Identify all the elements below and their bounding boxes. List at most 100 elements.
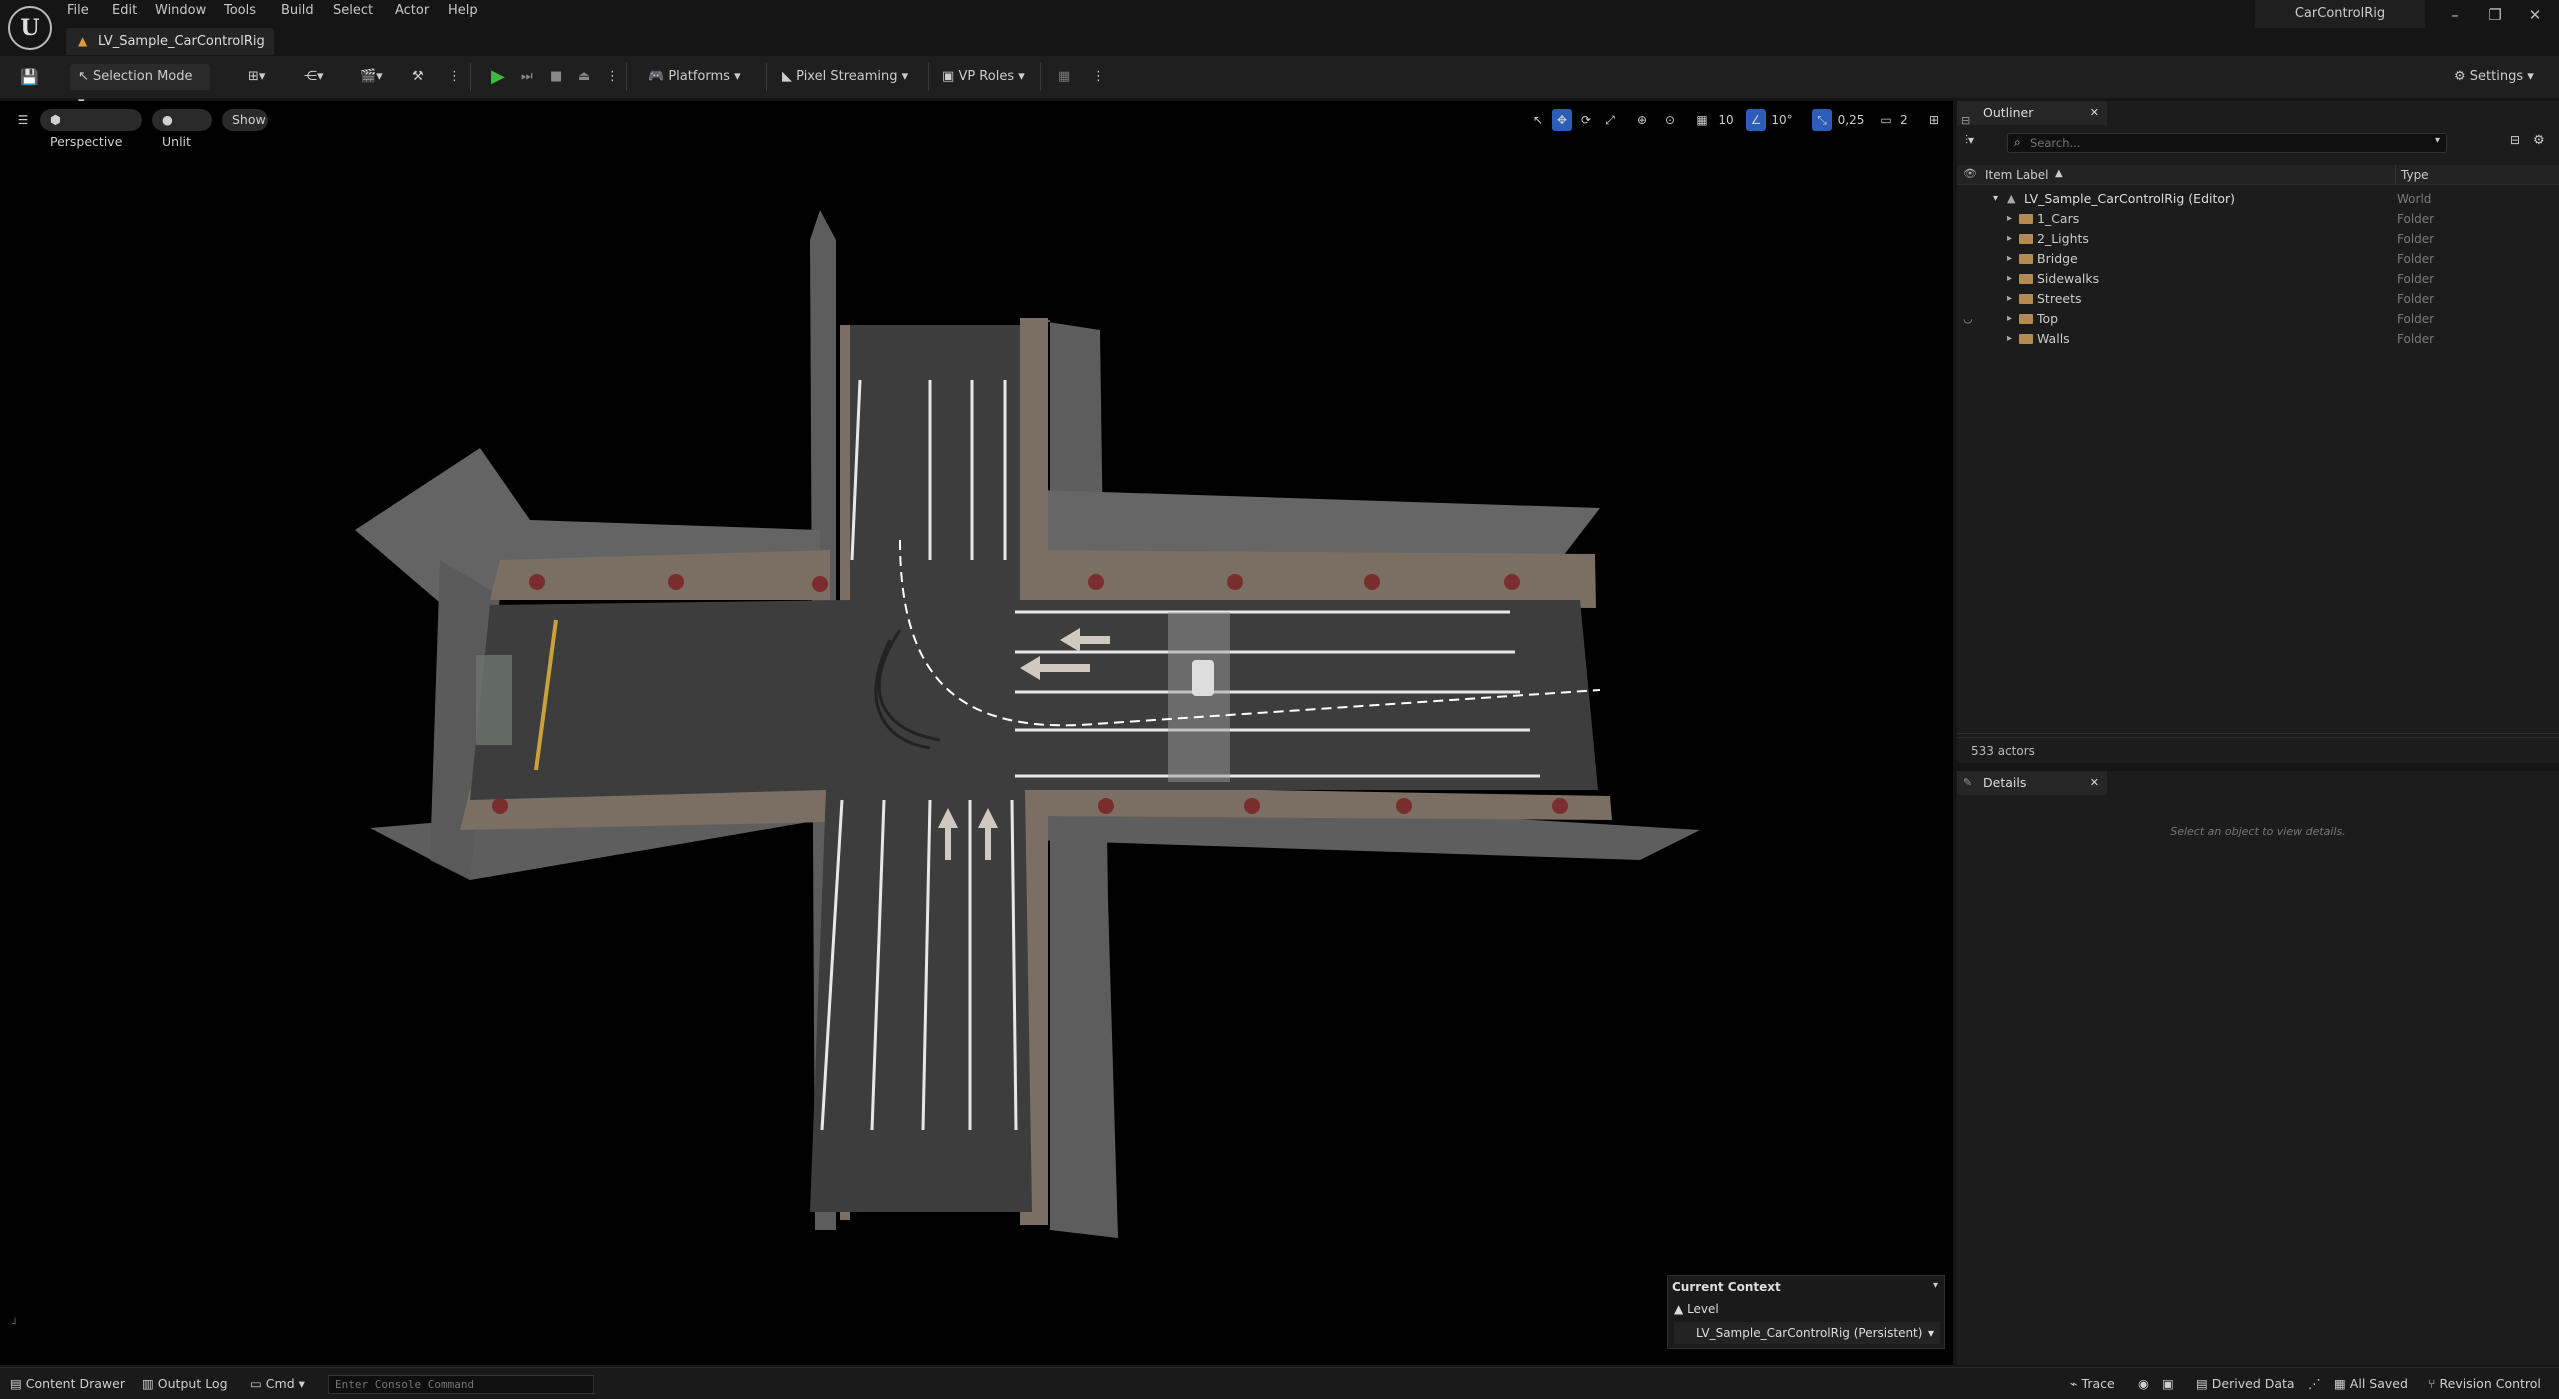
step-icon[interactable]: ⏭ [513,64,541,90]
menu-window[interactable]: Window [155,0,206,22]
cmd-label: Cmd [265,1376,295,1391]
outliner-folder-row[interactable]: ▸ 2_Lights Folder [1957,229,2559,249]
camera-speed-value[interactable]: 2 [1896,109,1912,131]
expand-arrow-icon[interactable]: ▸ [2007,209,2012,229]
hidden-eye-icon[interactable]: ◡ [1963,309,1973,329]
toolbar-overflow-icon[interactable]: ⋮ [1084,64,1113,90]
document-tab[interactable]: ▲ LV_Sample_CarControlRig [66,28,274,55]
context-header: Current Context [1672,1280,1781,1294]
add-folder-icon[interactable]: ⊟ [2510,133,2520,147]
expand-arrow-icon[interactable]: ▸ [2007,289,2012,309]
world-row[interactable]: ▾ ▲ LV_Sample_CarControlRig (Editor) Wor… [1957,189,2559,209]
vp-roles-dropdown[interactable]: ▣ VP Roles ▾ [934,64,1034,90]
platforms-dropdown[interactable]: 🎮 Platforms ▾ [640,64,756,90]
outliner-search-box[interactable]: ⌕ ▾ [2007,133,2447,153]
close-tab-icon[interactable]: ✕ [2090,771,2099,795]
expand-arrow-icon[interactable]: ▸ [2007,249,2012,269]
save-icon[interactable]: 💾 [12,64,47,90]
close-window-icon[interactable]: ✕ [2515,0,2555,30]
add-actor-icon[interactable]: ⊞▾ [240,64,273,90]
context-collapse-icon[interactable]: ▾ [1933,1280,1938,1291]
outliner-search-input[interactable] [2030,135,2410,151]
select-tool-icon[interactable]: ↖ [1528,109,1548,131]
grid-size-value[interactable]: 10 [1714,109,1738,131]
show-button[interactable]: Show [222,109,268,131]
trace-button[interactable]: ⌁ Trace [2070,1373,2132,1395]
expand-arrow-icon[interactable]: ▸ [2007,309,2012,329]
outliner-folder-row[interactable]: ▸ 1_Cars Folder [1957,209,2559,229]
chevron-down-icon: ▾ [901,69,909,84]
expand-arrow-icon[interactable]: ▾ [1993,189,1998,209]
restore-icon[interactable]: ❐ [2475,0,2515,30]
outliner-folder-row[interactable]: ▸ Sidewalks Folder [1957,269,2559,289]
details-tab[interactable]: Details ✕ [1957,771,2107,795]
close-tab-icon[interactable]: ✕ [2090,101,2099,125]
outliner-folder-row[interactable]: ▸ Streets Folder [1957,289,2559,309]
hamburger-menu-icon[interactable]: ☰ [12,109,34,131]
prop-mesh [476,655,512,745]
minimize-icon[interactable]: – [2435,0,2475,30]
lighting-button[interactable]: ● Unlit [152,109,212,149]
viewport-layout-icon[interactable]: ⊞ [1924,109,1944,131]
modes-icon[interactable]: ⚒ [404,64,432,90]
filter-icon[interactable]: ⫶▾ [1965,133,1974,148]
play-icon[interactable]: ▶ [483,64,513,90]
scale-snap-icon[interactable]: ⤡ [1812,109,1832,131]
stop-icon[interactable]: ■ [542,64,570,90]
virtual-camera-icon[interactable]: ▦ [1050,64,1078,90]
folder-icon [2019,294,2033,304]
world-local-icon[interactable]: ⊕ [1632,109,1652,131]
menu-help[interactable]: Help [448,0,478,22]
grid-snap-icon[interactable]: ▦ [1692,109,1712,131]
type-column[interactable]: Type [2401,168,2429,182]
menu-actor[interactable]: Actor [395,0,429,22]
level-viewport[interactable]: ☰ ⬢ Perspective ● Unlit Show ↖ ✥ ⟳ ⤢ ⊕ ⊙… [0,101,1953,1365]
perspective-button[interactable]: ⬢ Perspective [40,109,142,149]
revision-control-button[interactable]: ⑂ Revision Control [2428,1373,2552,1395]
settings-button[interactable]: ⚙ Settings ▾ [2446,64,2546,90]
eject-icon[interactable]: ⏏ [570,64,598,90]
expand-arrow-icon[interactable]: ▸ [2007,329,2012,349]
blueprint-icon[interactable]: ⋲▾ [296,64,332,90]
all-saved-button[interactable]: ▦ All Saved [2334,1373,2414,1395]
console-command-input[interactable] [328,1375,594,1394]
chevron-down-icon: ▾ [2527,69,2534,84]
record-icon[interactable]: ◉ [2138,1373,2149,1395]
details-panel: Details ✕ ✎ Select an object to view deta… [1957,771,2559,1365]
menu-file[interactable]: File [67,0,89,22]
scale-tool-icon[interactable]: ⤢ [1600,109,1620,131]
pixel-streaming-dropdown[interactable]: ◣ Pixel Streaming ▾ [774,64,920,90]
outliner-folder-row[interactable]: ◡ ▸ Top Folder [1957,309,2559,329]
derived-data-button[interactable]: ▤ Derived Data [2196,1373,2296,1395]
item-label-column[interactable]: Item Label [1985,168,2049,182]
visibility-eye-icon[interactable]: 👁 [1963,167,1977,180]
output-log-button[interactable]: ▥ Output Log [142,1373,234,1395]
context-level-dropdown[interactable]: LV_Sample_CarControlRig (Persistent) ▾ [1674,1322,1940,1344]
menu-tools[interactable]: Tools [224,0,256,22]
menu-select[interactable]: Select [333,0,373,22]
menu-edit[interactable]: Edit [112,0,137,22]
unreal-logo-icon[interactable]: U [8,6,52,50]
selection-mode-dropdown[interactable]: ↖ Selection Mode ▾ [70,64,210,110]
content-drawer-button[interactable]: ▤ Content Drawer [10,1373,126,1395]
cinematics-icon[interactable]: 🎬▾ [352,64,391,90]
menu-build[interactable]: Build [281,0,314,22]
camera-speed-icon[interactable]: ▭ [1876,109,1896,131]
outliner-tab[interactable]: Outliner ✕ [1957,101,2107,125]
rotation-snap-value[interactable]: 10° [1768,109,1796,131]
scale-snap-value[interactable]: 0,25 [1834,109,1868,131]
cmd-dropdown[interactable]: ▭ Cmd ▾ [250,1373,316,1395]
outliner-folder-row[interactable]: ▸ Bridge Folder [1957,249,2559,269]
rotation-snap-icon[interactable]: ∠ [1746,109,1766,131]
expand-arrow-icon[interactable]: ▸ [2007,269,2012,289]
outliner-folder-row[interactable]: ▸ Walls Folder [1957,329,2559,349]
translate-tool-icon[interactable]: ✥ [1552,109,1572,131]
folder-type: Folder [2397,232,2435,246]
rotate-tool-icon[interactable]: ⟳ [1576,109,1596,131]
expand-arrow-icon[interactable]: ▸ [2007,229,2012,249]
gear-icon[interactable]: ⚙ [2533,133,2545,148]
camera-icon[interactable]: ▣ [2162,1373,2174,1395]
play-options-icon[interactable]: ⋮ [598,64,627,90]
more-icon[interactable]: ⋮ [440,64,469,90]
surface-snap-icon[interactable]: ⊙ [1660,109,1680,131]
